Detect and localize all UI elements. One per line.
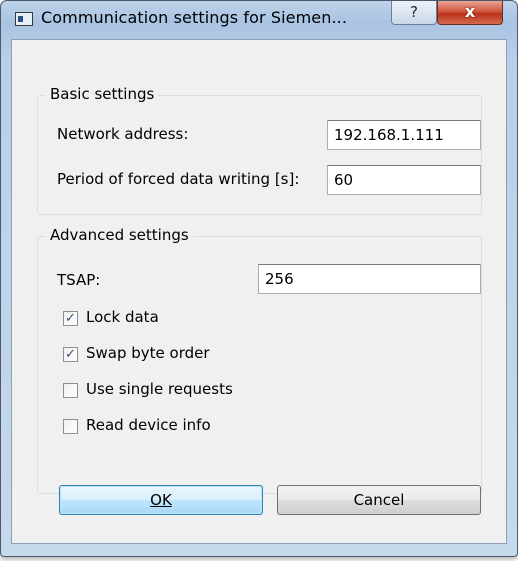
advanced-settings-title: Advanced settings xyxy=(46,226,193,244)
checkbox-label[interactable]: Use single requests xyxy=(86,380,233,398)
dialog-client-area: Basic settings Network address: Period o… xyxy=(11,39,507,544)
ok-label: OK xyxy=(150,491,172,509)
ok-button[interactable]: OK xyxy=(59,485,263,515)
basic-settings-title: Basic settings xyxy=(46,85,159,103)
cancel-label: Cancel xyxy=(353,491,405,509)
close-button[interactable]: x xyxy=(437,1,503,25)
dialog-window: Communication settings for Siemen... ? x… xyxy=(0,0,518,557)
network-address-label: Network address: xyxy=(57,125,189,143)
checkbox-box[interactable]: ✓ xyxy=(63,347,78,362)
tsap-label: TSAP: xyxy=(57,271,101,289)
checkbox-box[interactable]: ✓ xyxy=(63,311,78,326)
period-input[interactable] xyxy=(327,165,481,195)
checkbox-label[interactable]: Lock data xyxy=(86,308,159,326)
checkbox-box[interactable] xyxy=(63,419,78,434)
title-bar[interactable]: Communication settings for Siemen... ? x xyxy=(1,1,517,29)
close-icon: x xyxy=(464,2,476,21)
period-label: Period of forced data writing [s]: xyxy=(57,170,300,188)
tsap-input[interactable] xyxy=(258,264,481,294)
question-icon: ? xyxy=(410,3,418,21)
basic-settings-group: Basic settings xyxy=(37,85,482,215)
cancel-button[interactable]: Cancel xyxy=(277,485,481,515)
checkbox-box[interactable] xyxy=(63,383,78,398)
network-address-input[interactable] xyxy=(327,120,481,150)
checkbox-label[interactable]: Read device info xyxy=(86,416,211,434)
app-icon xyxy=(15,12,33,26)
window-title: Communication settings for Siemen... xyxy=(41,8,348,27)
help-button[interactable]: ? xyxy=(391,1,437,25)
checkbox-label[interactable]: Swap byte order xyxy=(86,344,210,362)
